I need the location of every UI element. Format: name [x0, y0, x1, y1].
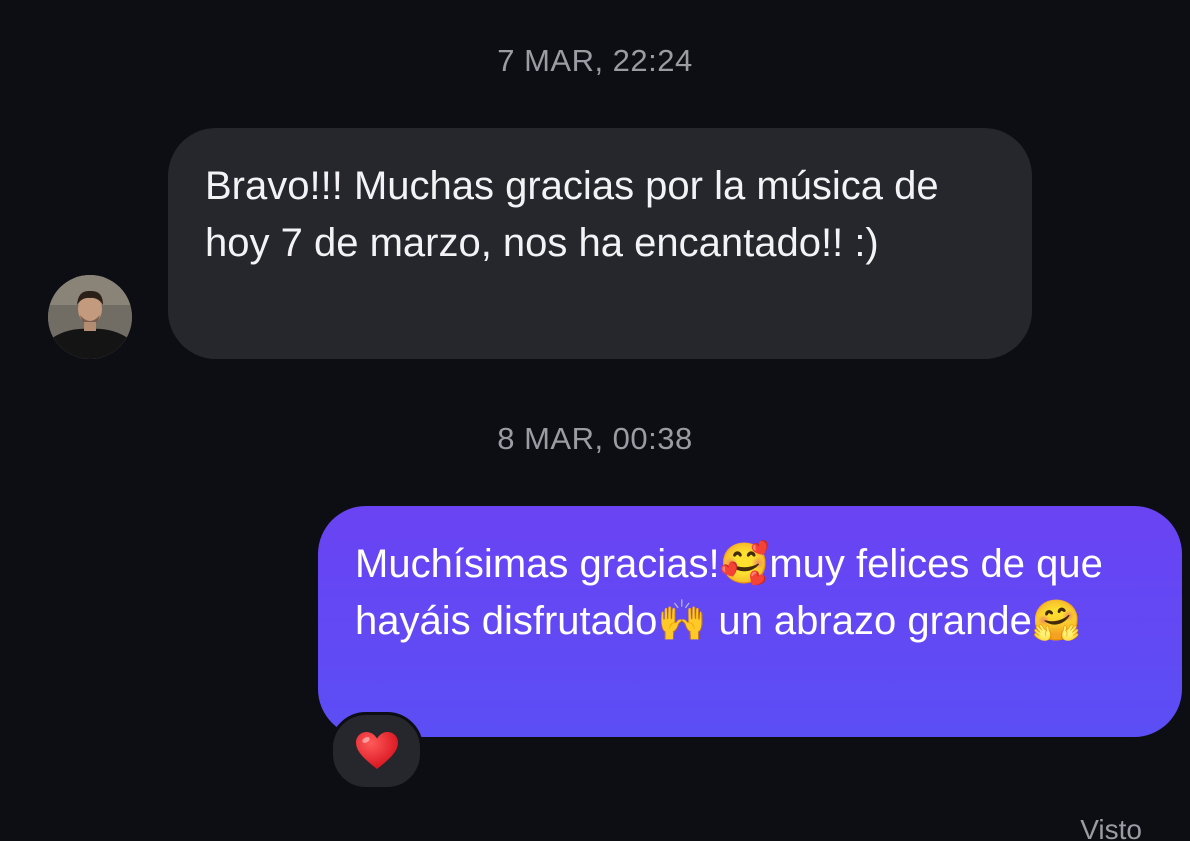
- outgoing-message-bubble[interactable]: Muchísimas gracias!🥰muy felices de que h…: [318, 506, 1182, 737]
- timestamp-divider: 8 MAR, 00:38: [497, 421, 693, 456]
- chat-thread: 7 MAR, 22:24 Bravo!!! Muchas gracias por…: [0, 0, 1190, 841]
- incoming-message-bubble[interactable]: Bravo!!! Muchas gracias por la música de…: [168, 128, 1032, 359]
- avatar-photo-icon: [48, 275, 132, 359]
- seen-status: Visto: [1080, 814, 1142, 841]
- timestamp-divider: 7 MAR, 22:24: [497, 43, 693, 78]
- heart-icon: [355, 732, 398, 769]
- contact-avatar[interactable]: [48, 275, 132, 359]
- message-reaction[interactable]: [330, 712, 423, 790]
